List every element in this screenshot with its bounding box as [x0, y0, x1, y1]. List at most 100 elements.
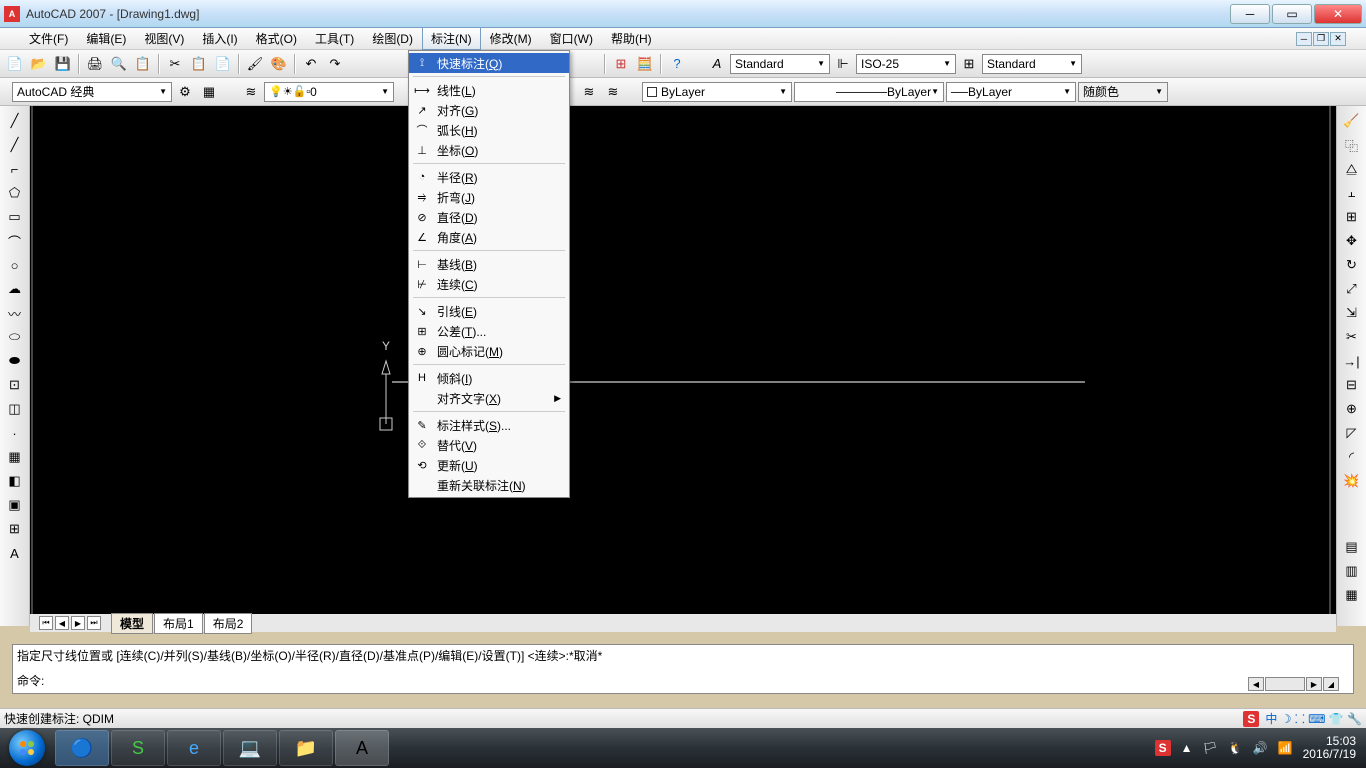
menu-item[interactable]: ⥤折弯(J): [409, 187, 569, 207]
plot-icon[interactable]: 🖨: [84, 53, 106, 75]
menu-help[interactable]: 帮助(H): [602, 27, 661, 50]
minimize-button[interactable]: ─: [1230, 4, 1270, 24]
layer-dropdown[interactable]: 💡☀🔓▫ 0▼: [264, 82, 394, 102]
text-style-dropdown[interactable]: Standard▼: [730, 54, 830, 74]
chamfer-icon[interactable]: ◸: [1341, 422, 1363, 444]
start-button[interactable]: [0, 728, 54, 768]
tray-sound-icon[interactable]: 🔊: [1253, 741, 1268, 755]
pline-icon[interactable]: ⌐: [4, 158, 26, 180]
mirror-icon[interactable]: ⧋: [1341, 158, 1363, 180]
move-icon[interactable]: ✥: [1341, 230, 1363, 252]
mdi-minimize[interactable]: ─: [1296, 32, 1312, 46]
layers2-icon[interactable]: ≋: [602, 81, 624, 103]
trim-icon[interactable]: ✂: [1341, 326, 1363, 348]
insert-icon[interactable]: ⊡: [4, 374, 26, 396]
tab-model[interactable]: 模型: [111, 613, 153, 634]
lineweight-dropdown[interactable]: ── ByLayer▼: [946, 82, 1076, 102]
calc-icon[interactable]: ⊞: [610, 53, 632, 75]
line-icon[interactable]: ╱: [4, 110, 26, 132]
ime-controls[interactable]: 中 ☽ ⸬ ⌨ 👕 🔧: [1265, 710, 1362, 727]
open-icon[interactable]: 📂: [28, 53, 50, 75]
polygon-icon[interactable]: ⬠: [4, 182, 26, 204]
circle-icon[interactable]: ○: [4, 254, 26, 276]
explode-icon[interactable]: 💥: [1341, 470, 1363, 492]
ws-settings-icon[interactable]: ⚙: [174, 81, 196, 103]
save-icon[interactable]: 💾: [52, 53, 74, 75]
hatch-icon[interactable]: ▦: [4, 446, 26, 468]
redo-icon[interactable]: ↷: [324, 53, 346, 75]
task-explorer[interactable]: 📁: [279, 730, 333, 766]
task-app4[interactable]: 💻: [223, 730, 277, 766]
point-icon[interactable]: ·: [4, 422, 26, 444]
linetype-dropdown[interactable]: ────── ByLayer▼: [794, 82, 944, 102]
dim-style-dropdown[interactable]: ISO-25▼: [856, 54, 956, 74]
menu-edit[interactable]: 编辑(E): [77, 27, 135, 50]
table-style-dropdown[interactable]: Standard▼: [982, 54, 1082, 74]
ellipse-icon[interactable]: ⬭: [4, 326, 26, 348]
menu-format[interactable]: 格式(O): [247, 27, 306, 50]
calc2-icon[interactable]: 🧮: [634, 53, 656, 75]
menu-tools[interactable]: 工具(T): [306, 27, 363, 50]
tray-qq-icon[interactable]: 🐧: [1228, 741, 1243, 755]
paste-icon[interactable]: 📄: [212, 53, 234, 75]
menu-item[interactable]: ⊬连续(C): [409, 274, 569, 294]
array-icon[interactable]: ⊞: [1341, 206, 1363, 228]
undo-icon[interactable]: ↶: [300, 53, 322, 75]
menu-item[interactable]: ⟲更新(U): [409, 455, 569, 475]
menu-item[interactable]: ⊕圆心标记(M): [409, 341, 569, 361]
dimstyle-icon[interactable]: ⊩: [832, 53, 854, 75]
color-dropdown[interactable]: ByLayer▼: [642, 82, 792, 102]
publish-icon[interactable]: 📋: [132, 53, 154, 75]
menu-item[interactable]: ⟟快速标注(Q): [409, 53, 569, 73]
block-icon[interactable]: ◫: [4, 398, 26, 420]
tab-next[interactable]: ▶: [71, 616, 85, 630]
spline-icon[interactable]: 〰: [4, 302, 26, 324]
tray-net-icon[interactable]: 📶: [1278, 741, 1293, 755]
workspace-dropdown[interactable]: AutoCAD 经典▼: [12, 82, 172, 102]
menu-item[interactable]: H倾斜(I): [409, 368, 569, 388]
tablestyle-icon[interactable]: ⊞: [958, 53, 980, 75]
menu-item[interactable]: ⊥坐标(O): [409, 140, 569, 160]
menu-insert[interactable]: 插入(I): [193, 27, 246, 50]
menu-item[interactable]: ⌒弧长(H): [409, 120, 569, 140]
menu-item[interactable]: 对齐文字(X)▶: [409, 388, 569, 408]
menu-item[interactable]: ⊞公差(T)...: [409, 321, 569, 341]
cut-icon[interactable]: ✂: [164, 53, 186, 75]
ws-save-icon[interactable]: ▦: [198, 81, 220, 103]
copy2-icon[interactable]: ⿻: [1341, 134, 1363, 156]
menu-item[interactable]: ↗对齐(G): [409, 100, 569, 120]
plotstyle-dropdown[interactable]: 随颜色▼: [1078, 82, 1168, 102]
stretch-icon[interactable]: ⇲: [1341, 302, 1363, 324]
tab-prev[interactable]: ◀: [55, 616, 69, 630]
palette1-icon[interactable]: ▤: [1341, 536, 1363, 558]
task-autocad[interactable]: A: [335, 730, 389, 766]
tray-date[interactable]: 2016/7/19: [1303, 748, 1356, 761]
menu-item[interactable]: ⟐替代(V): [409, 435, 569, 455]
join-icon[interactable]: ⊕: [1341, 398, 1363, 420]
command-line[interactable]: 指定尺寸线位置或 [连续(C)/并列(S)/基线(B)/坐标(O)/半径(R)/…: [12, 644, 1354, 694]
erase-icon[interactable]: 🧹: [1341, 110, 1363, 132]
menu-item[interactable]: ∠角度(A): [409, 227, 569, 247]
block-icon[interactable]: 🎨: [268, 53, 290, 75]
layers-icon[interactable]: ≋: [578, 81, 600, 103]
revcloud-icon[interactable]: ☁: [4, 278, 26, 300]
menu-view[interactable]: 视图(V): [135, 27, 193, 50]
menu-item[interactable]: ✎标注样式(S)...: [409, 415, 569, 435]
ime-badge[interactable]: S: [1243, 711, 1259, 727]
scale-icon[interactable]: ⤢: [1341, 278, 1363, 300]
menu-file[interactable]: 文件(F): [20, 27, 77, 50]
new-icon[interactable]: 📄: [4, 53, 26, 75]
menu-item[interactable]: ⊘直径(D): [409, 207, 569, 227]
match-icon[interactable]: 🖌: [244, 53, 266, 75]
help-icon[interactable]: ?: [666, 53, 688, 75]
preview-icon[interactable]: 🔍: [108, 53, 130, 75]
task-ie[interactable]: e: [167, 730, 221, 766]
maximize-button[interactable]: ▭: [1272, 4, 1312, 24]
arc-icon[interactable]: ⌒: [4, 230, 26, 252]
palette3-icon[interactable]: ▦: [1341, 584, 1363, 606]
break-icon[interactable]: ⊟: [1341, 374, 1363, 396]
gradient-icon[interactable]: ◧: [4, 470, 26, 492]
rectangle-icon[interactable]: ▭: [4, 206, 26, 228]
offset-icon[interactable]: ⫠: [1341, 182, 1363, 204]
tray-up-icon[interactable]: ▲: [1181, 741, 1193, 755]
